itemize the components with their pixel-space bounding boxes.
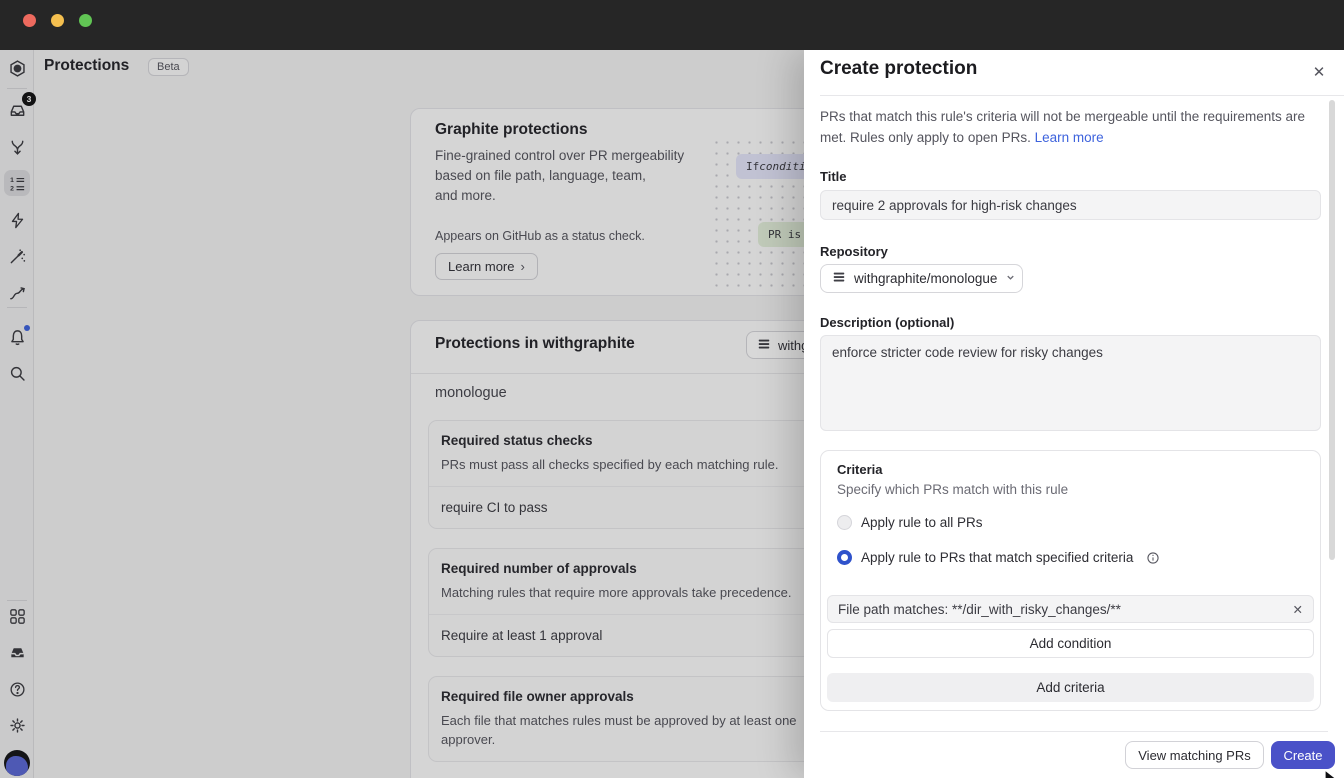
radio-match-label: Apply rule to PRs that match specified c… — [861, 550, 1133, 565]
condition-text: File path matches: **/dir_with_risky_cha… — [838, 602, 1121, 617]
window-zoom-button[interactable] — [79, 14, 92, 27]
repository-select-value: withgraphite/monologue — [854, 271, 997, 286]
radio-all-label: Apply rule to all PRs — [861, 515, 983, 530]
criteria-heading: Criteria — [837, 462, 883, 477]
learn-more-link[interactable]: Learn more — [1035, 130, 1104, 145]
title-field-label: Title — [820, 169, 847, 184]
condition-row: File path matches: **/dir_with_risky_cha… — [827, 595, 1314, 623]
divider — [820, 95, 1344, 96]
window-minimize-button[interactable] — [51, 14, 64, 27]
modal-intro-text: PRs that match this rule's criteria will… — [820, 106, 1322, 148]
create-protection-modal: Create protection ✕ PRs that match this … — [804, 50, 1344, 778]
info-icon[interactable] — [1146, 551, 1160, 565]
window-close-button[interactable] — [23, 14, 36, 27]
window-titlebar — [0, 0, 1344, 50]
description-textarea[interactable]: enforce stricter code review for risky c… — [820, 335, 1321, 431]
add-criteria-button[interactable]: Add criteria — [827, 673, 1314, 702]
criteria-subtitle: Specify which PRs match with this rule — [837, 482, 1068, 497]
create-button[interactable]: Create — [1271, 741, 1335, 769]
close-icon[interactable]: ✕ — [1307, 60, 1331, 84]
description-field-label: Description (optional) — [820, 315, 954, 330]
title-input[interactable] — [820, 190, 1321, 220]
remove-condition-icon[interactable]: ✕ — [1293, 602, 1303, 617]
mouse-cursor — [1324, 769, 1344, 778]
radio-unselected-icon[interactable] — [837, 515, 852, 530]
rows-icon — [832, 270, 846, 287]
view-matching-prs-button[interactable]: View matching PRs — [1125, 741, 1264, 769]
criteria-card: Criteria Specify which PRs match with th… — [820, 450, 1321, 711]
radio-selected-icon[interactable] — [837, 550, 852, 565]
scrollbar-thumb[interactable] — [1329, 100, 1335, 560]
add-condition-button[interactable]: Add condition — [827, 629, 1314, 658]
repository-select[interactable]: withgraphite/monologue — [820, 264, 1023, 293]
chevron-down-icon — [1005, 271, 1016, 286]
modal-title: Create protection — [820, 58, 977, 80]
radio-option-match-criteria[interactable]: Apply rule to PRs that match specified c… — [837, 550, 1160, 565]
divider — [820, 731, 1328, 732]
repository-field-label: Repository — [820, 244, 888, 259]
radio-option-all-prs[interactable]: Apply rule to all PRs — [837, 515, 983, 530]
